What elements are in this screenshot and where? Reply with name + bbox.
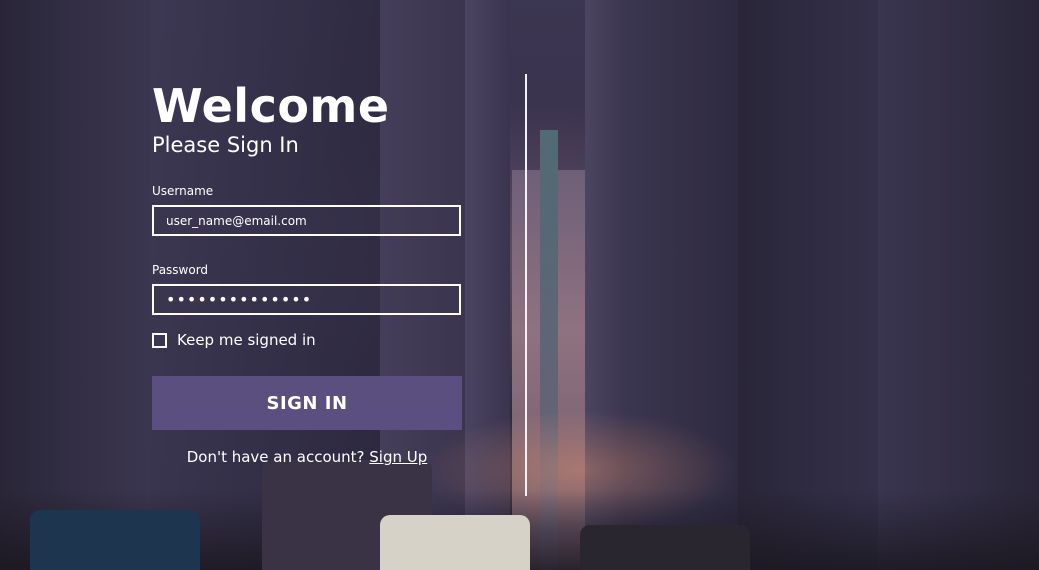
car-left (30, 510, 200, 570)
vertical-divider (525, 74, 527, 496)
sign-in-button[interactable]: SIGN IN (152, 376, 462, 430)
building-right-4 (878, 0, 1039, 570)
building-left-1 (0, 0, 150, 570)
taxi-right (580, 525, 750, 570)
password-field[interactable] (152, 284, 461, 315)
sign-up-link[interactable]: Sign Up (369, 448, 427, 466)
page-title: Welcome (152, 79, 390, 133)
checkbox-icon[interactable] (152, 332, 167, 348)
keep-signed-in-label: Keep me signed in (177, 331, 316, 349)
password-label: Password (152, 263, 209, 277)
page-subtitle: Please Sign In (152, 133, 299, 157)
building-right-3 (738, 0, 878, 570)
username-field[interactable] (152, 205, 461, 236)
signup-prompt: Don't have an account? Sign Up (152, 448, 462, 466)
username-label: Username (152, 184, 214, 198)
car-center (380, 515, 530, 570)
keep-signed-in-checkbox[interactable]: Keep me signed in (152, 331, 316, 349)
signup-prompt-text: Don't have an account? (186, 448, 365, 466)
